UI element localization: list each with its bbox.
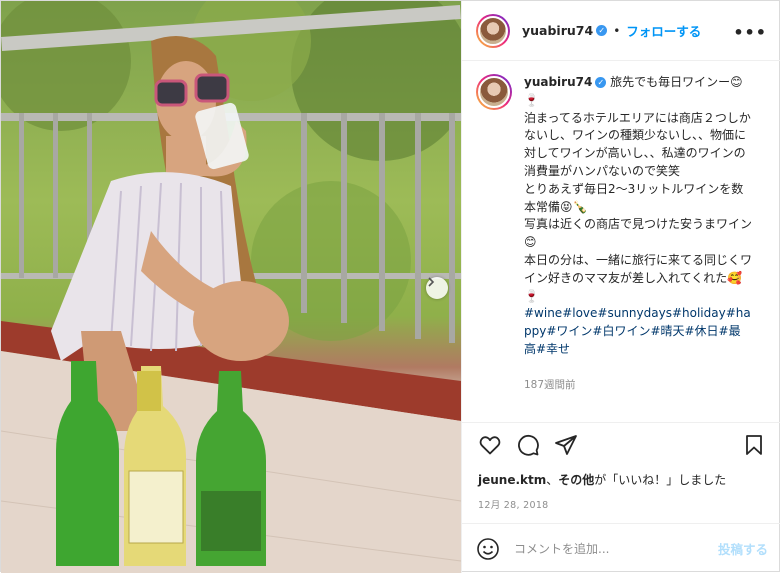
comment-bar: 投稿する <box>462 523 780 573</box>
header-username[interactable]: yuabiru74 <box>522 23 593 38</box>
post-side-panel: yuabiru74 ✓ • フォローする ••• yuabiru74 ✓ 旅先でも… <box>461 1 780 573</box>
caption-hashtags[interactable]: #wine#love#sunnydays#holiday#happy#ワイン#白… <box>524 305 752 358</box>
post-comment-button[interactable]: 投稿する <box>718 539 768 558</box>
likes-username[interactable]: jeune.ktm <box>478 473 546 487</box>
caption-content: 旅先でも毎日ワインー😊🍷 泊まってるホテルエリアには商店２つしかないし、ワインの… <box>524 75 753 303</box>
likes-suffix: が「いいね！」しました <box>594 473 727 487</box>
heart-icon[interactable] <box>478 433 502 457</box>
carousel-next-button[interactable] <box>426 277 448 299</box>
caption-username[interactable]: yuabiru74 <box>524 75 592 89</box>
caption-avatar[interactable] <box>476 74 512 110</box>
photo-illustration <box>1 1 461 573</box>
more-options-icon[interactable]: ••• <box>733 23 767 42</box>
post-time-ago: 187週間前 <box>524 378 576 391</box>
comment-icon[interactable] <box>516 433 540 457</box>
post-dialog: yuabiru74 ✓ • フォローする ••• yuabiru74 ✓ 旅先でも… <box>0 0 780 573</box>
likes-summary: jeune.ktm、その他が「いいね！」しました <box>478 471 726 488</box>
comment-input[interactable] <box>514 541 694 556</box>
avatar[interactable] <box>476 13 510 48</box>
caption-body: yuabiru74 ✓ 旅先でも毎日ワインー😊🍷 泊まってるホテルエリアには商店２… <box>524 74 752 421</box>
likes-separator: 、 <box>546 473 559 487</box>
likes-others-link[interactable]: その他 <box>558 473 594 487</box>
chevron-right-icon <box>428 277 435 287</box>
post-photo[interactable] <box>1 1 461 573</box>
caption-section: yuabiru74 ✓ 旅先でも毎日ワインー😊🍷 泊まってるホテルエリアには商店２… <box>462 61 780 421</box>
share-icon[interactable] <box>554 433 578 457</box>
action-bar <box>462 422 780 462</box>
verified-badge-icon: ✓ <box>596 25 608 36</box>
follow-button[interactable]: フォローする <box>626 21 701 40</box>
post-header: yuabiru74 ✓ • フォローする ••• <box>462 1 780 61</box>
avatar-image <box>478 15 508 46</box>
post-date: 12月 28, 2018 <box>478 500 549 511</box>
emoji-icon[interactable] <box>476 537 500 561</box>
header-separator: • <box>613 23 621 38</box>
bookmark-icon[interactable] <box>742 433 766 457</box>
caption-avatar-image <box>478 76 510 108</box>
caption-text: yuabiru74 ✓ 旅先でも毎日ワインー😊🍷 泊まってるホテルエリアには商店２… <box>524 74 752 305</box>
caption-verified-badge-icon: ✓ <box>595 77 607 88</box>
